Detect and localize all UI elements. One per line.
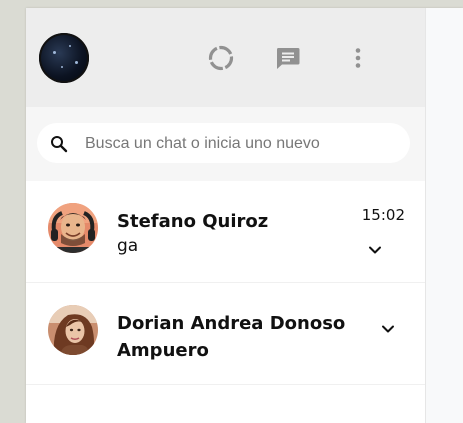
- chevron-down-icon[interactable]: [381, 324, 395, 334]
- sidebar-header: [26, 8, 425, 107]
- search-box[interactable]: [37, 123, 410, 163]
- chat-list: Stefano Quiroz ga 15:02 Dorian Andrea Do…: [26, 181, 425, 385]
- status-icon[interactable]: [207, 44, 235, 72]
- contact-avatar: [48, 305, 98, 355]
- sidebar: Stefano Quiroz ga 15:02: [26, 8, 426, 423]
- search-bar: [26, 107, 425, 181]
- new-chat-icon[interactable]: [274, 44, 302, 72]
- last-message-preview: ga: [117, 236, 139, 256]
- chevron-down-icon[interactable]: [368, 245, 382, 255]
- chat-app-window: Stefano Quiroz ga 15:02: [26, 8, 463, 423]
- contact-name: Stefano Quiroz: [117, 211, 269, 232]
- search-icon: [51, 136, 68, 153]
- contact-avatar: [48, 203, 98, 253]
- profile-avatar[interactable]: [39, 33, 89, 83]
- menu-kebab-icon[interactable]: [344, 44, 372, 72]
- search-input[interactable]: [83, 131, 402, 157]
- chat-list-item[interactable]: Dorian Andrea Donoso Ampuero: [26, 283, 425, 385]
- last-message-time: 15:02: [361, 206, 405, 224]
- conversation-panel: [426, 8, 463, 423]
- chat-list-item[interactable]: Stefano Quiroz ga 15:02: [26, 181, 425, 283]
- contact-name: Dorian Andrea Donoso Ampuero: [117, 313, 346, 361]
